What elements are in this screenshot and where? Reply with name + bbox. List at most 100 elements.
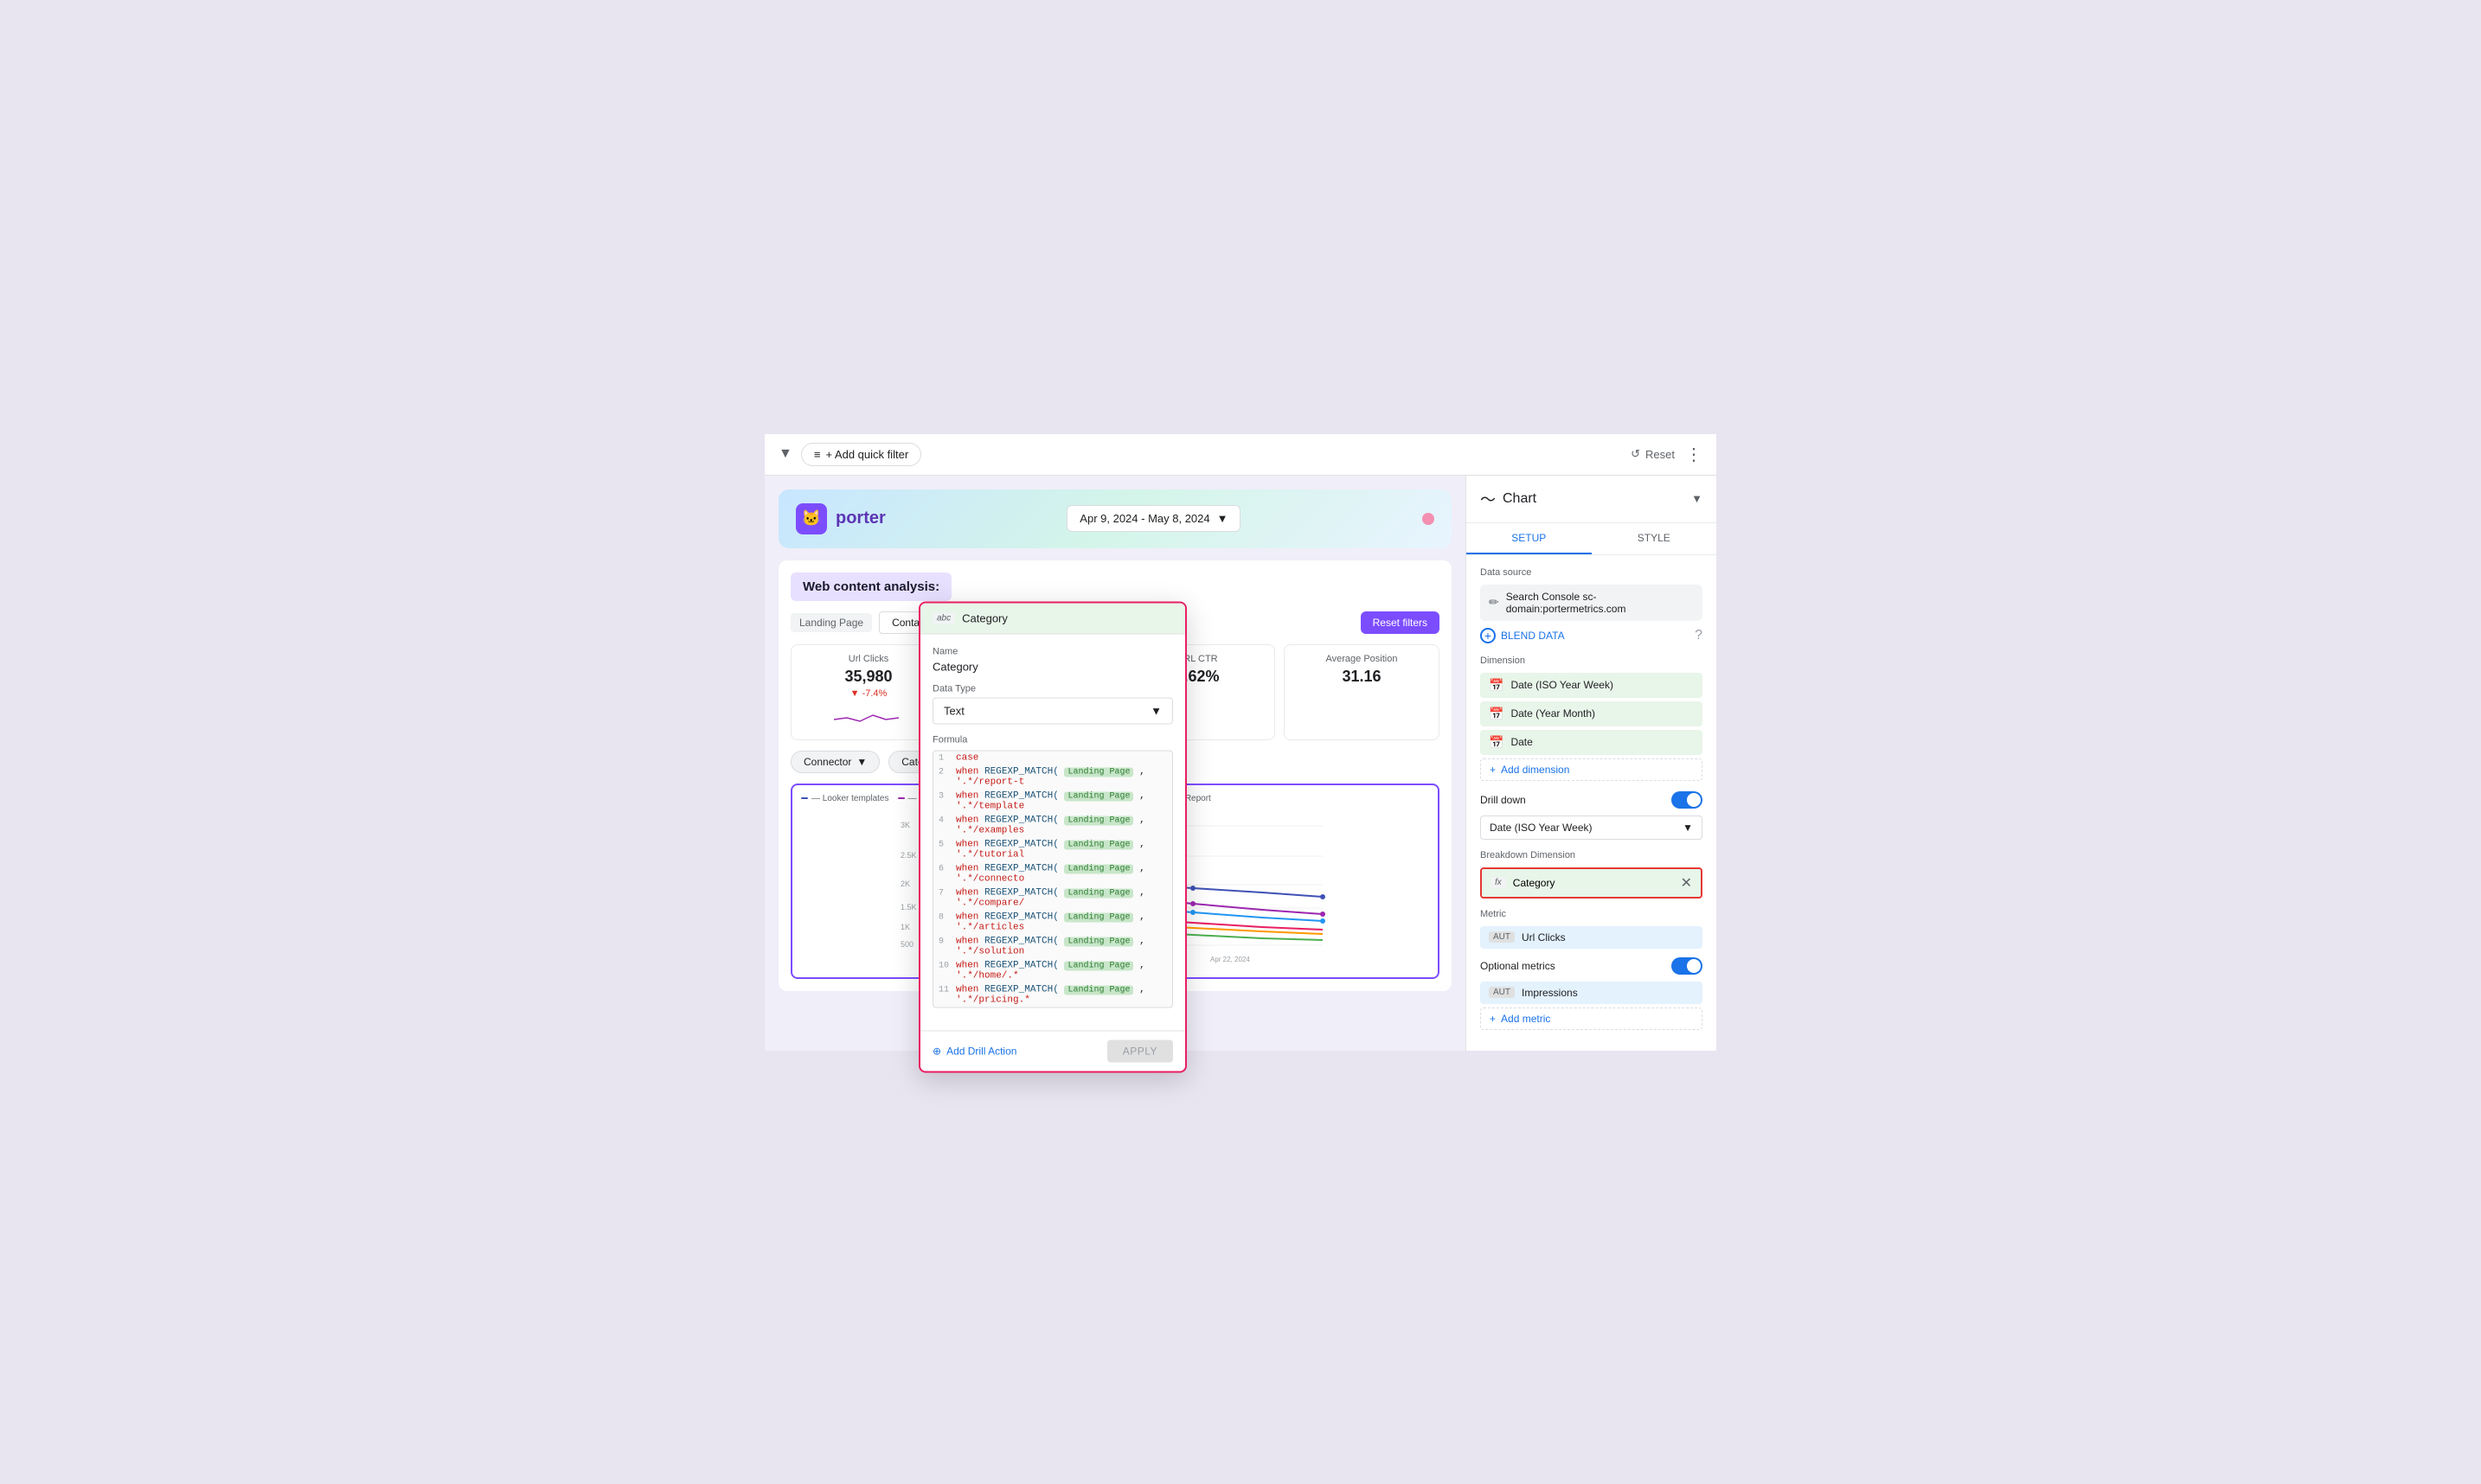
popup-footer: ⊕ Add Drill Action APPLY (920, 1030, 1185, 1071)
dim-year-month-text: Date (Year Month) (1510, 707, 1595, 720)
formula-line-9: 9 when REGEXP_MATCH( Landing Page , '.*/… (933, 934, 1172, 958)
formula-line-2: 2 when REGEXP_MATCH( Landing Page , '.*/… (933, 764, 1172, 789)
dimension-item-year-month: 📅 Date (Year Month) (1480, 701, 1702, 726)
formula-line-4: 4 when REGEXP_MATCH( Landing Page , '.*/… (933, 813, 1172, 837)
tab-setup[interactable]: SETUP (1466, 523, 1592, 554)
panel-content: Data source ✏ Search Console sc-domain:p… (1466, 555, 1716, 1051)
breakdown-dimension-item: fx Category ✕ (1480, 867, 1702, 899)
formula-label: Formula (933, 734, 1173, 745)
connector-dropdown[interactable]: Connector ▼ (791, 751, 880, 773)
main-layout: 🐱 porter Apr 9, 2024 - May 8, 2024 ▼ Web… (765, 476, 1716, 1051)
popup-category-title: Category (962, 611, 1008, 624)
data-source-label: Data source (1480, 567, 1702, 578)
toolbar-right: ↺ Reset ⋮ (1631, 444, 1702, 465)
add-drill-action-button[interactable]: ⊕ Add Drill Action (933, 1045, 1016, 1057)
svg-text:1K: 1K (901, 923, 910, 931)
metric-section: Metric AUT Url Clicks (1480, 909, 1702, 949)
formula-line-1: 1 case (933, 751, 1172, 764)
legend-item-looker: — Looker templates (801, 794, 889, 803)
calendar-icon-3: 📅 (1489, 735, 1503, 750)
chart-dropdown-arrow[interactable]: ▼ (1691, 492, 1702, 505)
pink-dot-decoration (1422, 513, 1434, 525)
filter-icon: ▼ (779, 446, 792, 462)
panel-tabs: SETUP STYLE (1466, 523, 1716, 555)
sparkline-url-clicks (834, 702, 903, 728)
dropdown-arrow-icon: ▼ (1217, 512, 1228, 525)
add-metric-label: Add metric (1501, 1013, 1550, 1025)
chart-panel-title: 〜 Chart (1480, 488, 1536, 510)
content-analysis-title: Web content analysis: (791, 572, 952, 601)
drill-down-toggle[interactable] (1671, 791, 1702, 809)
abc-badge: abc (933, 612, 955, 624)
formula-editor[interactable]: 1 case 2 when REGEXP_MATCH( Landing Page… (933, 750, 1173, 1007)
chart-panel-header: 〜 Chart ▼ (1466, 476, 1716, 523)
iso-week-dropdown[interactable]: Date (ISO Year Week) ▼ (1480, 816, 1702, 840)
metric-item-impressions: AUT Impressions (1480, 982, 1702, 1004)
add-metric-plus-icon: + (1490, 1013, 1496, 1025)
add-drill-icon: ⊕ (933, 1045, 941, 1057)
formula-line-11: 11 when REGEXP_MATCH( Landing Page , '.*… (933, 982, 1172, 1007)
calendar-icon-1: 📅 (1489, 678, 1503, 693)
tab-style[interactable]: STYLE (1592, 523, 1717, 554)
date-range-button[interactable]: Apr 9, 2024 - May 8, 2024 ▼ (1067, 505, 1240, 532)
dimension-item-iso-week: 📅 Date (ISO Year Week) (1480, 673, 1702, 698)
svg-text:2K: 2K (901, 880, 910, 888)
porter-name: porter (836, 509, 886, 528)
drill-down-label: Drill down (1480, 794, 1526, 806)
reset-filters-button[interactable]: Reset filters (1361, 611, 1439, 634)
metric-value-avg-position: 31.16 (1295, 668, 1428, 686)
add-metric-button[interactable]: + Add metric (1480, 1007, 1702, 1030)
blend-data-button[interactable]: + BLEND DATA ? (1480, 628, 1702, 643)
metric-label-avg-position: Average Position (1295, 654, 1428, 664)
add-dimension-button[interactable]: + Add dimension (1480, 758, 1702, 781)
svg-text:1.5K: 1.5K (901, 903, 917, 912)
svg-text:2.5K: 2.5K (901, 851, 917, 860)
optional-metrics-toggle[interactable] (1671, 957, 1702, 975)
formula-line-10: 10 when REGEXP_MATCH( Landing Page , '.*… (933, 958, 1172, 982)
category-popup: abc Category Name Category Data Type Tex… (919, 601, 1187, 1072)
outer-container: ▼ ≡ + Add quick filter ↺ Reset ⋮ 🐱 porte… (765, 434, 1716, 1051)
popup-type-selector[interactable]: Text ▼ (933, 697, 1173, 724)
drill-down-row: Drill down (1480, 791, 1702, 809)
svg-text:3K: 3K (901, 821, 910, 829)
metric-card-avg-position: Average Position 31.16 (1284, 644, 1439, 740)
optional-metric-section: AUT Impressions + Add metric (1480, 982, 1702, 1030)
right-panel: 〜 Chart ▼ SETUP STYLE Data source ✏ Sear… (1465, 476, 1716, 1051)
add-drill-label: Add Drill Action (946, 1045, 1016, 1057)
help-icon: ? (1695, 628, 1702, 643)
add-dim-label: Add dimension (1501, 764, 1569, 776)
chart-wave-icon: 〜 (1480, 488, 1496, 510)
dimension-item-date: 📅 Date (1480, 730, 1702, 755)
metric-item-url-clicks: AUT Url Clicks (1480, 926, 1702, 949)
popup-name-label: Name (933, 646, 1173, 656)
remove-breakdown-icon[interactable]: ✕ (1681, 874, 1692, 892)
porter-header: 🐱 porter Apr 9, 2024 - May 8, 2024 ▼ (779, 489, 1452, 548)
apply-button[interactable]: APPLY (1107, 1039, 1173, 1062)
filter-label: Landing Page (791, 613, 872, 632)
formula-line-3: 3 when REGEXP_MATCH( Landing Page , '.*/… (933, 789, 1172, 813)
porter-icon: 🐱 (796, 503, 827, 534)
fx-badge: fx (1491, 877, 1506, 888)
popup-body: Name Category Data Type Text ▼ Formula 1… (920, 634, 1185, 1030)
add-quick-filter-button[interactable]: ≡ + Add quick filter (801, 443, 921, 466)
dimension-section: Dimension 📅 Date (ISO Year Week) 📅 Date … (1480, 656, 1702, 781)
connector-dropdown-arrow: ▼ (856, 756, 867, 768)
metric-change-url-clicks: ▼ -7.4% (802, 688, 935, 699)
popup-type-value: Text (944, 704, 965, 717)
svg-text:500: 500 (901, 940, 914, 949)
dim-iso-week-text: Date (ISO Year Week) (1510, 679, 1613, 691)
popup-type-arrow: ▼ (1151, 704, 1162, 717)
more-options-icon[interactable]: ⋮ (1685, 444, 1702, 465)
pencil-icon: ✏ (1489, 595, 1499, 610)
metric-section-label: Metric (1480, 909, 1702, 919)
dim-date-text: Date (1510, 736, 1532, 748)
blend-data-label: BLEND DATA (1501, 630, 1565, 642)
optional-metrics-row: Optional metrics (1480, 957, 1702, 975)
reset-button[interactable]: ↺ Reset (1631, 447, 1675, 461)
breakdown-value: Category (1513, 877, 1555, 889)
svg-text:Apr 22, 2024: Apr 22, 2024 (1210, 956, 1250, 963)
filter-lines-icon: ≡ (814, 448, 821, 461)
popup-header: abc Category (920, 603, 1185, 634)
formula-line-7: 7 when REGEXP_MATCH( Landing Page , '.*/… (933, 886, 1172, 910)
date-range-text: Apr 9, 2024 - May 8, 2024 (1080, 512, 1209, 525)
